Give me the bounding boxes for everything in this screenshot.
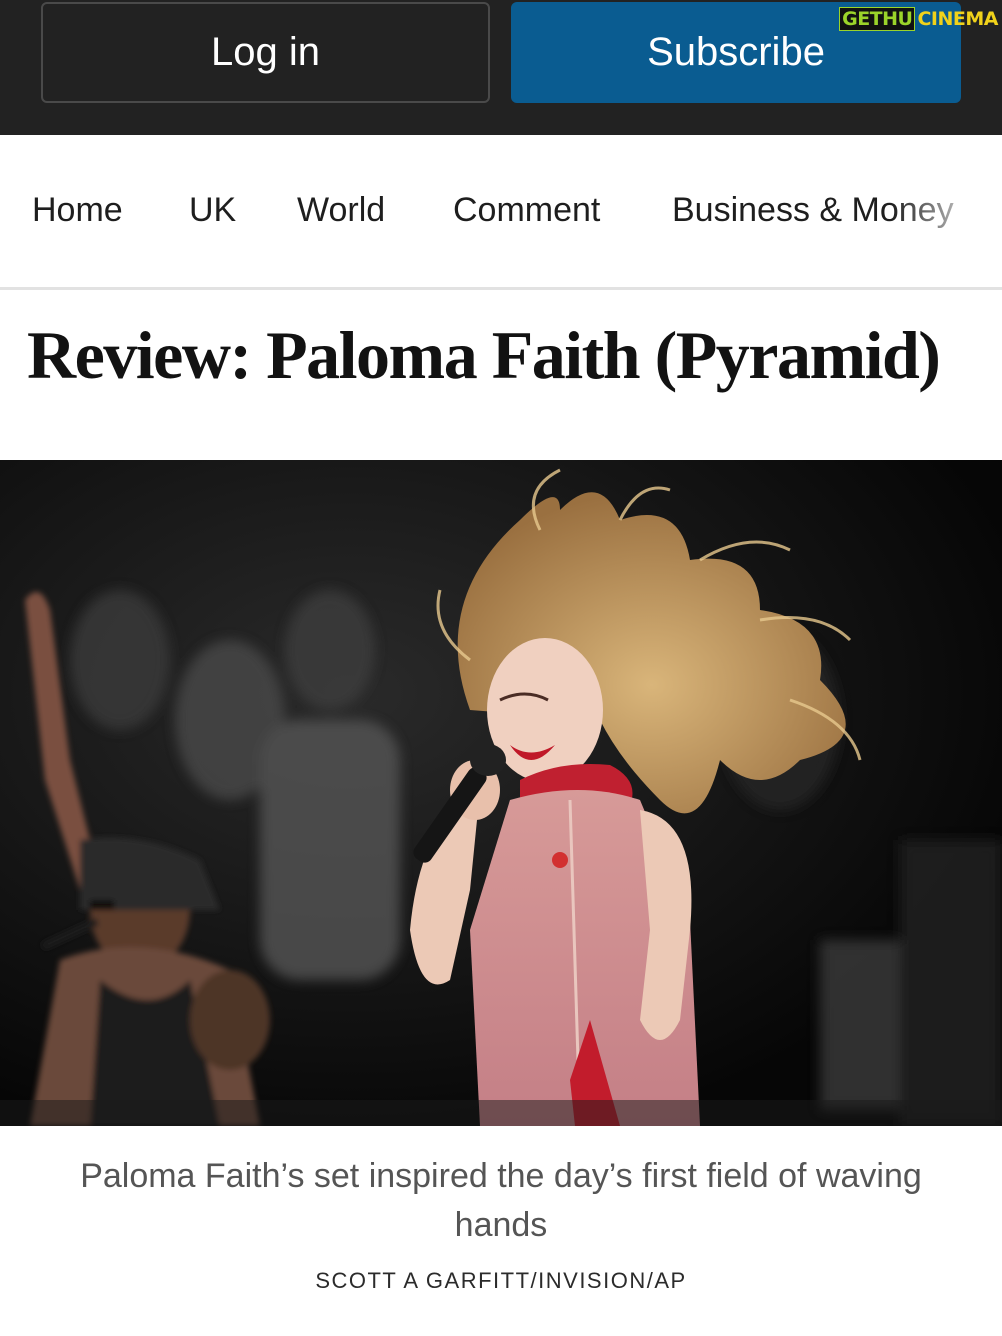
login-button[interactable]: Log in xyxy=(41,2,490,103)
article-headline: Review: Paloma Faith (Pyramid) xyxy=(27,317,941,393)
photo-caption: Paloma Faith’s set inspired the day’s fi… xyxy=(80,1157,922,1244)
concert-photo-illustration xyxy=(0,460,1002,1126)
watermark-part2: CINEMA xyxy=(917,8,998,30)
nav-item-world[interactable]: World xyxy=(297,191,385,230)
watermark-part1: GETHU xyxy=(839,7,916,31)
nav-item-home[interactable]: Home xyxy=(32,191,123,230)
nav-item-uk[interactable]: UK xyxy=(189,191,236,230)
photo-credit: SCOTT A GARFITT/INVISION/AP xyxy=(315,1268,687,1293)
section-nav: Home UK World Comment Business & Money xyxy=(0,135,1002,290)
nav-item-comment[interactable]: Comment xyxy=(453,191,600,230)
nav-item-business-money[interactable]: Business & Money xyxy=(672,191,954,230)
article-hero-photo[interactable] xyxy=(0,460,1002,1126)
watermark-logo: GETHU CINEMA xyxy=(839,6,998,32)
top-account-bar: Log in Subscribe GETHU CINEMA xyxy=(0,0,1002,135)
